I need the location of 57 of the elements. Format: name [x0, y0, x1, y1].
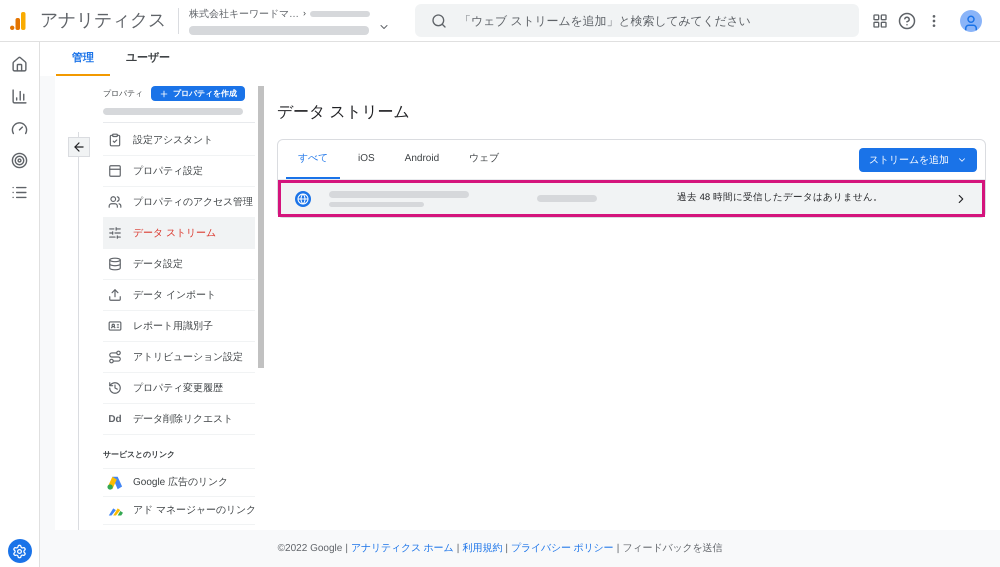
- page-title: データ ストリーム: [277, 103, 410, 123]
- footer-separator: |: [456, 542, 460, 556]
- users-icon: [108, 195, 122, 209]
- history-icon: [108, 381, 122, 395]
- ad-manager-logo-icon: [107, 506, 123, 516]
- footer-link[interactable]: アナリティクス ホーム: [350, 541, 454, 556]
- analytics-logo-icon: [10, 12, 26, 30]
- section-heading: サービスとのリンク: [103, 450, 175, 459]
- search-input[interactable]: 「ウェブ ストリームを追加」と検索してみてください: [459, 12, 843, 30]
- search-field[interactable]: 「ウェブ ストリームを追加」と検索してみてください: [415, 4, 859, 37]
- home-icon[interactable]: [11, 56, 28, 73]
- panel-icon: [108, 164, 122, 178]
- sliders-icon: [108, 226, 122, 240]
- redacted-text: [310, 11, 370, 17]
- footer-link[interactable]: プライバシー ポリシー: [510, 541, 614, 556]
- tab[interactable]: Android: [392, 139, 452, 179]
- target-icon[interactable]: [11, 152, 28, 169]
- tab[interactable]: ユーザー: [110, 42, 186, 76]
- scrollbar[interactable]: [258, 86, 264, 368]
- id-card-icon: [108, 319, 122, 333]
- globe-icon: [297, 192, 309, 204]
- help-icon[interactable]: [898, 12, 916, 30]
- gauge-icon[interactable]: [11, 120, 28, 137]
- dd-icon: Dd: [108, 412, 122, 426]
- bar-chart-icon[interactable]: [11, 88, 28, 105]
- add-stream-button[interactable]: ストリームを追加: [859, 148, 977, 172]
- upload-icon: [108, 288, 122, 302]
- apps-icon[interactable]: [872, 12, 888, 28]
- ads-logo-icon: [107, 474, 123, 490]
- back-button[interactable]: [68, 137, 90, 157]
- footer-text: フィードバックを送信: [622, 542, 722, 556]
- route-icon: [108, 350, 122, 364]
- create-property-button[interactable]: プロパティを作成: [151, 86, 245, 101]
- account-selector[interactable]: 株式会社キーワードマ… ›: [189, 6, 409, 34]
- stream-row[interactable]: 過去 48 時間に受信したデータはありません。: [278, 180, 985, 217]
- avatar[interactable]: [960, 10, 982, 32]
- nav-item[interactable]: データ ストリーム: [103, 218, 255, 249]
- stream-status: 過去 48 時間に受信したデータはありません。: [677, 191, 883, 206]
- tab[interactable]: ウェブ: [457, 139, 512, 179]
- redacted-text: [537, 195, 597, 202]
- breadcrumb-separator: ›: [303, 7, 306, 20]
- footer-link[interactable]: 利用規約: [462, 541, 502, 556]
- footer-separator: |: [345, 542, 348, 556]
- footer-text: ©2022 Google: [278, 542, 342, 556]
- nav-item[interactable]: Google 広告のリンク: [103, 469, 255, 497]
- settings-icon: [12, 544, 27, 558]
- plus-icon: [159, 88, 169, 98]
- list-icon[interactable]: [11, 184, 28, 201]
- settings-button[interactable]: [8, 539, 32, 563]
- footer-separator: |: [616, 542, 620, 556]
- search-icon: [431, 12, 447, 28]
- tab[interactable]: iOS: [346, 139, 387, 179]
- footer-separator: |: [505, 542, 508, 556]
- product-name: アナリティクス: [40, 9, 166, 32]
- clipboard-check-icon: [108, 133, 122, 147]
- database-icon: [108, 257, 122, 271]
- property-label: プロパティ: [103, 88, 143, 100]
